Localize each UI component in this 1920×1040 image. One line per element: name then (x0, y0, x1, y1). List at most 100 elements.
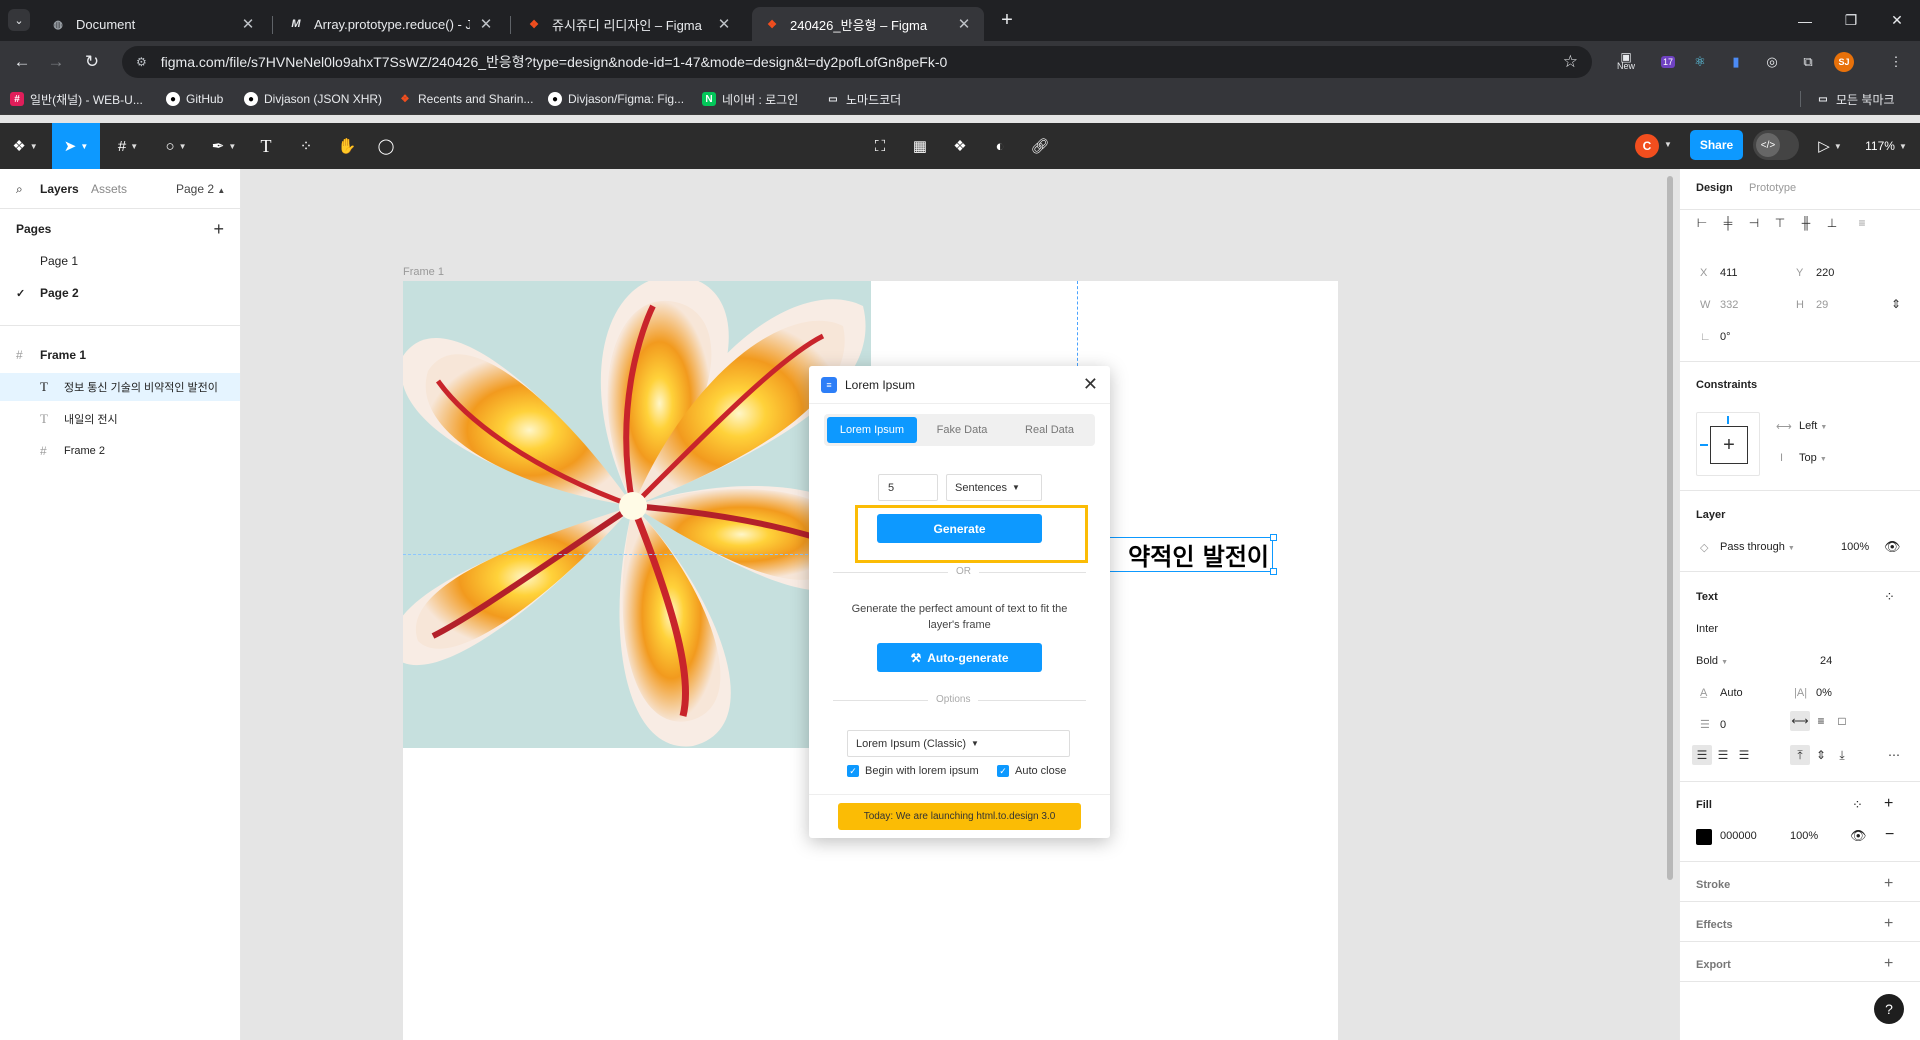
frame-tool-icon[interactable]: # ▼ (110, 123, 146, 169)
constraint-top-indicator[interactable] (1727, 416, 1729, 424)
align-text-top-icon[interactable]: ⤒ (1790, 745, 1810, 765)
x-input[interactable]: 411 (1720, 267, 1738, 279)
close-tab-icon[interactable]: ✕ (478, 15, 494, 33)
bookmark-github[interactable]: ● GitHub (166, 89, 223, 109)
close-icon[interactable]: ✕ (1083, 374, 1098, 395)
letter-spacing-input[interactable]: 0% (1816, 687, 1832, 699)
line-height-input[interactable]: Auto (1720, 687, 1743, 699)
resize-handle-top-right[interactable] (1270, 534, 1277, 541)
close-tab-icon[interactable]: ✕ (716, 15, 732, 33)
page-item-1[interactable]: Page 1 (0, 247, 240, 275)
zoom-control[interactable]: 117% ▼ (1860, 123, 1912, 169)
all-bookmarks[interactable]: ▭ 모든 북마크 (1816, 89, 1894, 109)
font-weight-select[interactable]: Bold ▼ (1696, 655, 1728, 667)
canvas-vertical-scrollbar[interactable] (1667, 176, 1673, 880)
close-tab-icon[interactable]: ✕ (956, 15, 972, 33)
page-selector[interactable]: Page 2 ▲ (176, 182, 225, 196)
align-text-bottom-icon[interactable]: ⤓ (1832, 745, 1852, 765)
resize-handle-bottom-right[interactable] (1270, 568, 1277, 575)
hand-tool-icon[interactable]: ✋ (333, 123, 361, 169)
layer-text-tomorrow[interactable]: T 내일의 전시 (0, 405, 240, 433)
auto-close-checkbox[interactable]: ✓ Auto close (997, 763, 1066, 779)
text-tool-icon[interactable]: T (252, 123, 280, 169)
announcement-banner[interactable]: Today: We are launching html.to.design 3… (838, 803, 1081, 830)
fill-hex-input[interactable]: 000000 (1720, 830, 1757, 842)
add-effect-plus-icon[interactable]: + (1884, 915, 1893, 933)
add-page-plus-icon[interactable]: + (213, 219, 224, 240)
back-arrow-icon[interactable]: ← (10, 50, 34, 74)
component-icon[interactable]: ❖ (946, 123, 974, 169)
rotation-input[interactable]: 0° (1720, 331, 1731, 343)
tab-search-chevron-icon[interactable]: ⌄ (8, 9, 30, 31)
new-tab-plus-icon[interactable]: + (995, 8, 1019, 32)
layer-opacity-input[interactable]: 100% (1841, 541, 1869, 553)
font-family-select[interactable]: Inter (1696, 623, 1718, 635)
w-input[interactable]: 332 (1720, 299, 1738, 311)
address-bar[interactable]: ⚙ figma.com/file/s7HVNeNel0lo9ahxT7SsWZ/… (122, 46, 1592, 78)
tab-lorem-ipsum[interactable]: Lorem Ipsum (827, 417, 917, 443)
add-export-plus-icon[interactable]: + (1884, 955, 1893, 973)
docs-extension-icon[interactable]: ▮ (1724, 50, 1748, 74)
generate-button[interactable]: Generate (877, 514, 1042, 543)
close-window-icon[interactable]: ✕ (1874, 0, 1920, 41)
text-align-right-icon[interactable]: ☰ (1734, 745, 1754, 765)
tab-layers[interactable]: Layers (40, 182, 79, 196)
align-top-icon[interactable]: ⊤ (1770, 213, 1790, 233)
constraint-left-indicator[interactable] (1700, 444, 1708, 446)
present-play-icon[interactable]: ▷ ▼ (1818, 123, 1842, 169)
shape-tool-icon[interactable]: ○ ▼ (158, 123, 194, 169)
browser-tab-figma-redesign[interactable]: ❖ 쥬시쥬디 리디자인 – Figma ✕ (514, 7, 744, 41)
browser-tab-figma-active[interactable]: ❖ 240426_반응형 – Figma ✕ (752, 7, 984, 41)
grid-icon[interactable]: ▦ (906, 123, 934, 169)
align-left-icon[interactable]: ⊢ (1692, 213, 1712, 233)
layer-text-selected[interactable]: T 정보 통신 기술의 비약적인 발전이 (0, 373, 240, 401)
main-menu-icon[interactable]: ❖ ▼ (8, 123, 42, 169)
fill-styles-grid-icon[interactable]: ⁘ (1852, 797, 1863, 813)
unit-select[interactable]: Sentences ▼ (946, 474, 1042, 501)
bookmark-nomadcoder[interactable]: ▭ 노마드코더 (826, 89, 901, 109)
auto-height-icon[interactable]: ≡ (1811, 711, 1831, 731)
tab-real-data[interactable]: Real Data (1007, 417, 1092, 443)
link-icon[interactable]: 🔗︎ (1026, 123, 1054, 169)
text-align-center-icon[interactable]: ☰ (1713, 745, 1733, 765)
fill-opacity-input[interactable]: 100% (1790, 830, 1818, 842)
tab-design[interactable]: Design (1696, 182, 1733, 194)
text-styles-grid-icon[interactable]: ⁘ (1884, 589, 1895, 605)
vertical-constraint-select[interactable]: Top ▼ (1799, 452, 1827, 464)
horizontal-constraint-select[interactable]: Left ▼ (1799, 420, 1827, 432)
layer-frame-2[interactable]: # Frame 2 (0, 437, 240, 465)
puzzle-extensions-icon[interactable]: ⧉ (1796, 50, 1820, 74)
add-fill-plus-icon[interactable]: + (1884, 795, 1893, 813)
font-size-input[interactable]: 24 (1820, 655, 1832, 667)
auto-generate-button[interactable]: ⚒ Auto-generate (877, 643, 1042, 672)
browser-tab-mdn[interactable]: M Array.prototype.reduce() - Java ✕ (276, 7, 506, 41)
share-button[interactable]: Share (1690, 130, 1743, 160)
browser-tab-document[interactable]: ◍ Document ✕ (38, 7, 268, 41)
tab-prototype[interactable]: Prototype (1749, 182, 1796, 194)
site-info-icon[interactable]: ⚙ (136, 55, 147, 69)
new-extension-icon[interactable]: ▣ New (1614, 50, 1638, 74)
distribute-icon[interactable]: ≡ (1852, 213, 1872, 233)
chrome-menu-icon[interactable]: ⋮ (1884, 50, 1908, 74)
bookmark-star-icon[interactable]: ☆ (1563, 52, 1578, 72)
remove-fill-minus-icon[interactable]: − (1885, 826, 1894, 844)
help-button[interactable]: ? (1874, 994, 1904, 1024)
bookmark-divjason-figma[interactable]: ● Divjason/Figma: Fig... (548, 89, 684, 109)
dev-mode-toggle[interactable]: </> (1753, 130, 1799, 160)
extension-badge-icon[interactable]: 17 (1656, 50, 1680, 74)
target-extension-icon[interactable]: ◎ (1760, 50, 1784, 74)
align-vertical-center-icon[interactable]: ╫ (1796, 213, 1816, 233)
blend-mode-select[interactable]: Pass through ▼ (1720, 541, 1795, 553)
fill-visibility-eye-icon[interactable]: 👁︎ (1850, 828, 1867, 844)
collaborator-avatar[interactable]: C (1635, 134, 1659, 158)
constrain-proportions-icon[interactable]: ⇕ (1886, 294, 1906, 314)
close-tab-icon[interactable]: ✕ (240, 15, 256, 33)
visibility-eye-icon[interactable]: 👁︎ (1884, 539, 1901, 555)
constraints-widget[interactable]: + (1696, 412, 1760, 476)
avatar-chevron-down-icon[interactable]: ▼ (1664, 140, 1672, 149)
add-stroke-plus-icon[interactable]: + (1884, 875, 1893, 893)
minimize-icon[interactable]: — (1782, 0, 1828, 41)
layer-frame-1[interactable]: # Frame 1 (0, 341, 240, 369)
bookmark-figma-recents[interactable]: ❖ Recents and Sharin... (398, 89, 534, 109)
text-align-left-icon[interactable]: ☰ (1692, 745, 1712, 765)
